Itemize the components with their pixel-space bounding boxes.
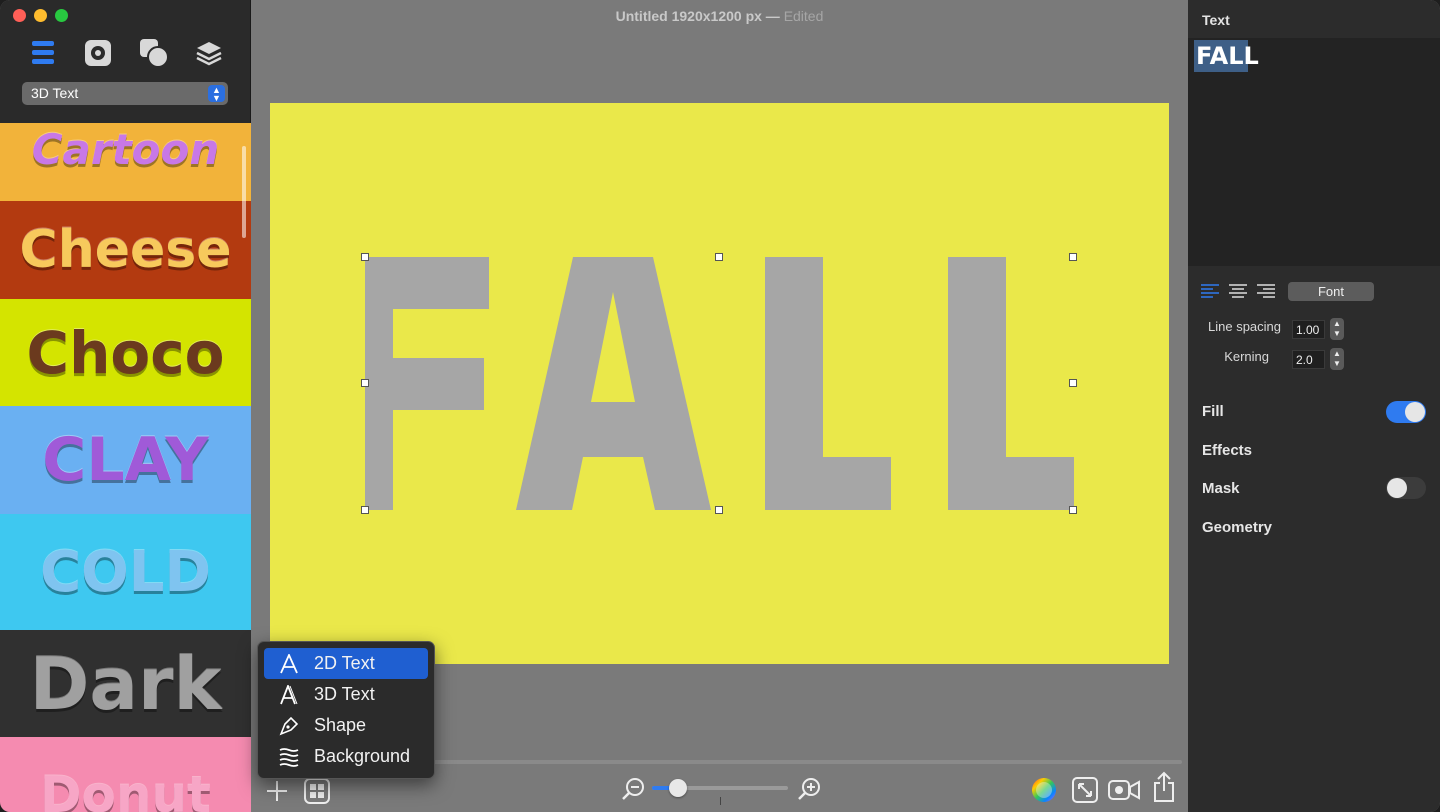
scrollbar[interactable] bbox=[242, 146, 246, 238]
preset-item[interactable]: Choco bbox=[0, 299, 251, 406]
color-wheel-icon[interactable] bbox=[1030, 776, 1058, 804]
letter-f-middle bbox=[365, 358, 484, 410]
design-canvas[interactable] bbox=[270, 103, 1169, 664]
resize-handle-bl[interactable] bbox=[361, 506, 369, 514]
align-left-icon[interactable] bbox=[1200, 283, 1220, 299]
letter-a-icon bbox=[278, 653, 300, 675]
preset-item[interactable]: CLAY bbox=[0, 406, 251, 514]
resize-handle-mr[interactable] bbox=[1069, 379, 1077, 387]
preset-label: Donut bbox=[40, 765, 211, 812]
menu-item-label: 3D Text bbox=[314, 684, 375, 704]
letter-a bbox=[516, 257, 711, 510]
inspector-title: Text bbox=[1202, 12, 1230, 28]
background-icon bbox=[278, 746, 300, 768]
video-icon[interactable] bbox=[1107, 776, 1141, 804]
toggle-knob bbox=[1405, 402, 1425, 422]
document-title: Untitled 1920x1200 px bbox=[615, 8, 762, 24]
share-icon[interactable] bbox=[1151, 770, 1177, 804]
zoom-slider-knob[interactable] bbox=[668, 779, 687, 797]
shapes-icon[interactable] bbox=[137, 36, 171, 70]
zoom-in-icon[interactable] bbox=[796, 776, 822, 802]
preset-label: Cartoon bbox=[31, 124, 220, 174]
preset-label: CLAY bbox=[42, 425, 209, 495]
mask-toggle[interactable] bbox=[1386, 477, 1426, 499]
kerning-field[interactable]: 2.0 bbox=[1292, 350, 1325, 369]
layers-icon[interactable] bbox=[192, 36, 226, 70]
app-window: 3D Text ▲ ▼ Cartoon Cheese Choco CLAY COLD Dar… bbox=[0, 0, 1440, 812]
resize-handle-ml[interactable] bbox=[361, 379, 369, 387]
resize-icon[interactable] bbox=[1071, 776, 1099, 804]
line-spacing-label: Line spacing bbox=[1208, 319, 1281, 334]
text-preview-area[interactable] bbox=[1188, 38, 1440, 266]
preset-item[interactable]: Donut bbox=[0, 737, 251, 812]
category-select-value: 3D Text bbox=[31, 85, 79, 101]
resize-handle-tl[interactable] bbox=[361, 253, 369, 261]
inspector-panel: Text FALL Font Line spacing 1.00 ▲ ▼ Kern… bbox=[1188, 0, 1440, 812]
gallery-icon[interactable] bbox=[303, 777, 331, 805]
font-button[interactable]: Font bbox=[1288, 282, 1374, 301]
text-preview: FALL bbox=[1194, 40, 1259, 72]
align-center-icon[interactable] bbox=[1228, 283, 1248, 299]
horizontal-scrollbar[interactable] bbox=[420, 760, 1182, 764]
kerning-label: Kerning bbox=[1224, 349, 1269, 364]
kerning-stepper[interactable]: ▲ ▼ bbox=[1330, 348, 1344, 370]
window-title: Untitled 1920x1200 px — Edited bbox=[251, 0, 1188, 32]
letter-l2-base bbox=[948, 457, 1074, 510]
menu-item-background[interactable]: Background bbox=[264, 741, 428, 772]
letter-a-3d-icon bbox=[278, 684, 300, 706]
resize-handle-br[interactable] bbox=[1069, 506, 1077, 514]
fill-section[interactable]: Fill bbox=[1202, 403, 1224, 420]
resize-handle-bm[interactable] bbox=[715, 506, 723, 514]
sidebar: 3D Text ▲ ▼ Cartoon Cheese Choco CLAY COLD Dar… bbox=[0, 0, 251, 812]
gear-icon[interactable] bbox=[81, 36, 115, 70]
close-button[interactable] bbox=[13, 9, 26, 22]
list-icon[interactable] bbox=[26, 36, 60, 70]
resize-handle-tm[interactable] bbox=[715, 253, 723, 261]
letter-f-top bbox=[365, 257, 489, 309]
menu-item-2d-text[interactable]: 2D Text bbox=[264, 648, 428, 679]
preset-item[interactable]: Cartoon bbox=[0, 123, 251, 201]
toggle-knob bbox=[1387, 478, 1407, 498]
preset-label: COLD bbox=[40, 539, 211, 605]
alignment-group bbox=[1200, 283, 1276, 299]
preset-list: Cartoon Cheese Choco CLAY COLD Dark Donut bbox=[0, 123, 251, 812]
preset-label: Cheese bbox=[19, 220, 232, 280]
window-controls bbox=[13, 9, 68, 22]
pen-icon bbox=[278, 715, 300, 737]
sidebar-toolbar bbox=[26, 36, 226, 70]
menu-item-label: Background bbox=[314, 746, 411, 766]
add-layer-menu: 2D Text 3D Text Shape Background bbox=[257, 641, 435, 779]
preset-item[interactable]: Dark bbox=[0, 630, 251, 737]
geometry-section[interactable]: Geometry bbox=[1202, 519, 1272, 536]
menu-item-shape[interactable]: Shape bbox=[264, 710, 428, 741]
resize-handle-tr[interactable] bbox=[1069, 253, 1077, 261]
plus-icon[interactable] bbox=[264, 778, 290, 804]
line-spacing-field[interactable]: 1.00 bbox=[1292, 320, 1325, 339]
preset-item[interactable]: COLD bbox=[0, 514, 251, 630]
menu-item-label: Shape bbox=[314, 715, 367, 735]
zoom-slider-tick bbox=[720, 797, 721, 805]
fill-toggle[interactable] bbox=[1386, 401, 1426, 423]
preset-label: Dark bbox=[29, 641, 222, 726]
preset-label: Choco bbox=[26, 318, 225, 387]
menu-item-3d-text[interactable]: 3D Text bbox=[264, 679, 428, 710]
edited-status: Edited bbox=[783, 8, 824, 24]
preset-item[interactable]: Cheese bbox=[0, 201, 251, 299]
effects-section[interactable]: Effects bbox=[1202, 442, 1252, 459]
category-select[interactable]: 3D Text ▲ ▼ bbox=[22, 82, 228, 105]
line-spacing-stepper[interactable]: ▲ ▼ bbox=[1330, 318, 1344, 340]
minimize-button[interactable] bbox=[34, 9, 47, 22]
mask-section[interactable]: Mask bbox=[1202, 480, 1240, 497]
zoom-out-icon[interactable] bbox=[620, 776, 646, 802]
zoom-button[interactable] bbox=[55, 9, 68, 22]
title-separator: — bbox=[765, 8, 780, 24]
letter-l1-base bbox=[765, 457, 891, 510]
menu-item-label: 2D Text bbox=[314, 653, 375, 673]
align-right-icon[interactable] bbox=[1256, 283, 1276, 299]
chevron-updown-icon: ▲ ▼ bbox=[208, 85, 225, 103]
